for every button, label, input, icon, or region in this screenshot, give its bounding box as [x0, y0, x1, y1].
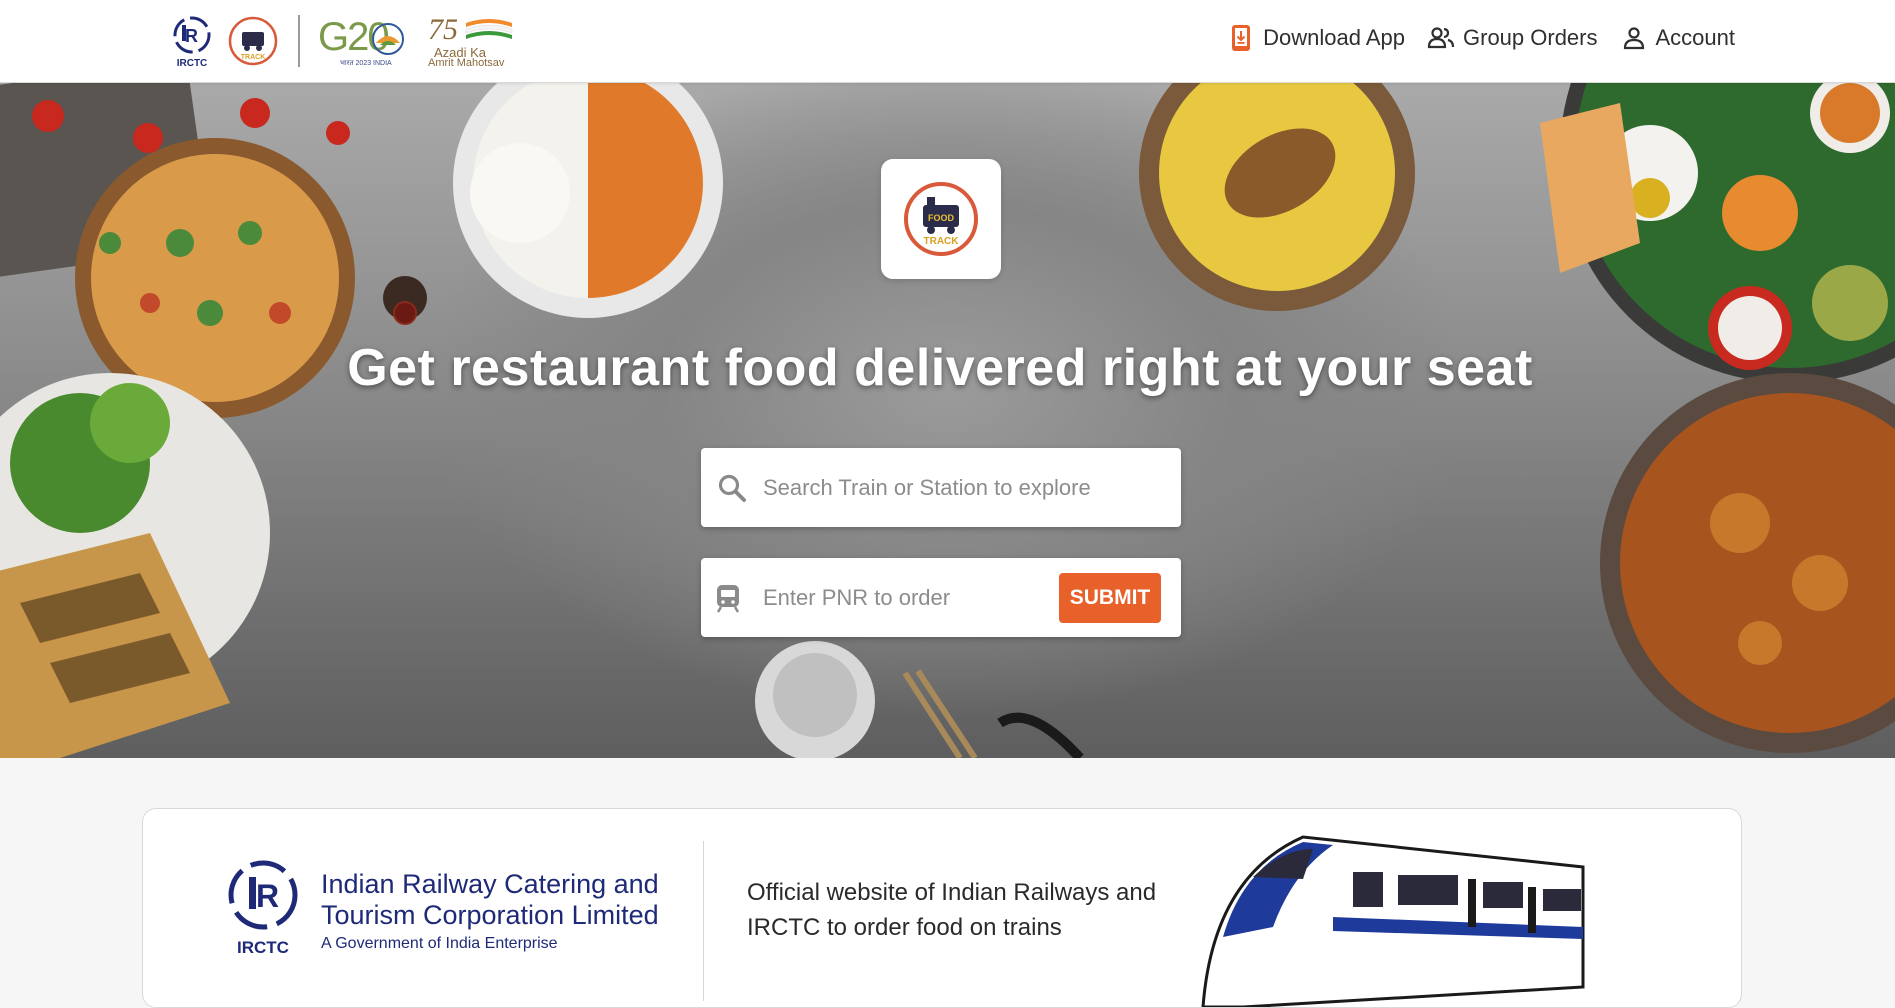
site-header: R IRCTC TRACK G20 भारत 2023 INDIA 75 Aza… [0, 0, 1895, 83]
svg-text:R: R [256, 878, 279, 914]
phone-download-icon [1227, 24, 1255, 52]
hero-section: FOOD TRACK Get restaurant food delivered… [0, 83, 1895, 758]
foodtrack-logo-icon: FOOD TRACK [904, 182, 978, 256]
azadi-line-2: Amrit Mahotsav [428, 57, 505, 69]
pnr-entry-form: SUBMIT [701, 558, 1181, 637]
submit-button[interactable]: SUBMIT [1059, 573, 1161, 623]
vande-bharat-train-image [1201, 835, 1585, 1007]
download-app-label: Download App [1263, 25, 1405, 50]
logo-divider [298, 15, 300, 67]
foodtrack-small-caption: TRACK [241, 54, 266, 61]
train-icon [715, 583, 749, 613]
svg-text:R: R [185, 26, 198, 46]
irctc-org-subtitle: A Government of India Enterprise [321, 935, 558, 952]
irctc-info-card: R IRCTC Indian Railway Catering and Tour… [142, 808, 1742, 1008]
foodtrack-hero-logo: FOOD TRACK [881, 159, 1001, 279]
card-divider [703, 841, 704, 1001]
train-station-search[interactable] [701, 448, 1181, 527]
hero-title: Get restaurant food delivered right at y… [347, 339, 1533, 397]
foodtrack-logo-bottom-text: TRACK [924, 236, 960, 247]
azadi-ka-amrit-mahotsav-logo: 75 Azadi Ka Amrit Mahotsav [428, 13, 520, 69]
search-input[interactable] [763, 474, 1163, 501]
user-icon [1620, 24, 1648, 52]
account-label: Account [1655, 25, 1736, 50]
foodtrack-small-logo[interactable]: TRACK [228, 16, 278, 66]
account-link[interactable]: Account [1620, 24, 1736, 52]
g20-logo-subtitle: भारत 2023 INDIA [340, 60, 392, 67]
irctc-org-name: Indian Railway Catering and Tourism Corp… [321, 869, 659, 930]
group-orders-label: Group Orders [1463, 25, 1598, 50]
irctc-logo[interactable]: R IRCTC [168, 13, 216, 69]
irctc-emblem-icon: R [173, 16, 211, 54]
group-orders-link[interactable]: Group Orders [1427, 24, 1598, 52]
header-nav: Download App Group Orders Account [1205, 0, 1735, 76]
irctc-logo-caption: IRCTC [176, 58, 208, 69]
official-website-text: Official website of Indian Railways and … [747, 879, 1157, 941]
tricolor-flag-icon [465, 19, 513, 39]
partner-logos: R IRCTC TRACK G20 भारत 2023 INDIA 75 Aza… [168, 10, 520, 72]
group-users-icon [1427, 24, 1455, 52]
foodtrack-icon: TRACK [228, 16, 278, 66]
foodtrack-logo-top-text: FOOD [928, 213, 954, 223]
g20-logo: G20 भारत 2023 INDIA [318, 13, 410, 69]
irctc-emblem-icon: R IRCTC [228, 860, 298, 957]
emblem-caption: IRCTC [237, 938, 289, 957]
download-app-link[interactable]: Download App [1227, 24, 1405, 52]
lotus-globe-icon [372, 23, 404, 55]
search-icon [717, 473, 757, 503]
azadi-number: 75 [428, 13, 458, 46]
pnr-input[interactable] [763, 584, 1053, 611]
